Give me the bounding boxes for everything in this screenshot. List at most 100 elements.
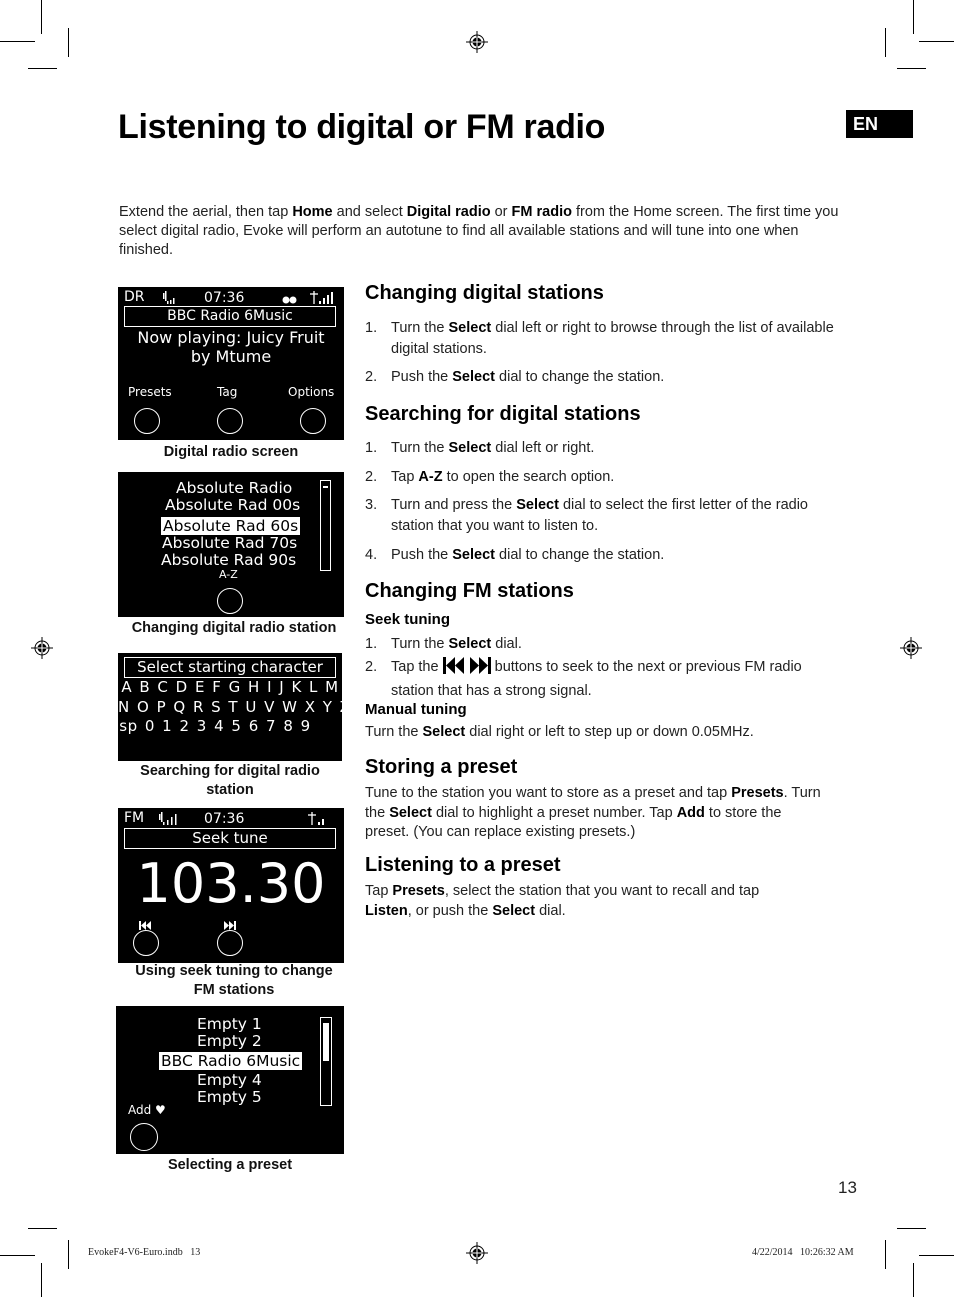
crop-mark	[919, 41, 954, 42]
caption-seek-tuning-2: FM stations	[193, 982, 275, 998]
status-bar: FM 07:36	[124, 810, 338, 828]
station-list-item[interactable]: Absolute Radio	[176, 479, 292, 497]
step-text: Turn the Select dial.	[391, 636, 522, 652]
crop-mark	[0, 41, 35, 42]
frequency-display: 103.30	[136, 852, 326, 915]
step-number: 2.	[365, 659, 378, 675]
seek-back-icon	[442, 657, 465, 681]
now-playing-artist: by Mtume	[190, 347, 272, 366]
manual-tuning-text: Turn the Select dial right or left to st…	[365, 724, 754, 740]
softkey-options-label: Options	[288, 385, 335, 399]
mode-label: FM	[124, 810, 145, 826]
crop-mark	[68, 28, 69, 57]
preset-list-item[interactable]: Empty 5	[197, 1088, 262, 1106]
crop-mark	[913, 1263, 914, 1297]
page-number: 13	[838, 1178, 857, 1197]
scrollbar-thumb[interactable]	[323, 486, 328, 488]
step-number: 2.	[365, 469, 378, 485]
char-row-digits[interactable]: sp 0 1 2 3 4 5 6 7 8 9	[118, 717, 342, 735]
caption-selecting-preset: Selecting a preset	[167, 1157, 293, 1173]
step-number: 1.	[365, 320, 378, 336]
file-slug: EvokeF4-V6-Euro.indb 13	[88, 1247, 201, 1258]
crop-mark	[913, 0, 914, 34]
caption-digital-radio-screen: Digital radio screen	[163, 444, 299, 460]
intro-text: or	[490, 204, 512, 220]
registration-mark-icon	[900, 637, 922, 659]
intro-text: and select	[332, 204, 407, 220]
caption-changing-station: Changing digital radio station	[131, 620, 337, 636]
preset-list-item[interactable]: Empty 1	[197, 1015, 262, 1033]
heading-changing-digital: Changing digital stations	[365, 282, 604, 304]
heading-changing-fm: Changing FM stations	[365, 580, 574, 602]
step-text: Turn and press the Select dial to select…	[391, 497, 808, 534]
softkey-add-label: Add ♥	[128, 1103, 166, 1117]
step-text: Tap A-Z to open the search option.	[391, 469, 615, 485]
station-list-item[interactable]: Absolute Rad 90s	[161, 551, 296, 569]
step-text: Tap the buttons to seek to the next or p…	[391, 657, 802, 699]
softkey-add-button[interactable]	[130, 1123, 158, 1151]
softkey-presets-button[interactable]	[134, 408, 160, 434]
heading-searching-digital: Searching for digital stations	[365, 403, 641, 425]
station-name-box: BBC Radio 6Music	[124, 306, 336, 327]
crop-mark	[897, 1228, 926, 1229]
preset-list-item[interactable]: Empty 2	[197, 1032, 262, 1050]
intro-bold-home: Home	[292, 204, 333, 220]
subheading-manual-tuning: Manual tuning	[365, 701, 467, 718]
crop-mark	[28, 68, 57, 69]
preset-list-item[interactable]: Empty 4	[197, 1071, 262, 1089]
clock-time: 07:36	[204, 811, 245, 827]
softkey-tag-button[interactable]	[217, 408, 243, 434]
station-list-item[interactable]: Absolute Rad 70s	[162, 534, 297, 552]
char-row-a-m[interactable]: A B C D E F G H I J K L M	[118, 678, 342, 696]
softkey-tag-label: Tag	[217, 385, 238, 399]
step-number: 2.	[365, 369, 378, 385]
seek-forward-button[interactable]	[217, 930, 243, 956]
crop-mark	[68, 1240, 69, 1269]
intro-bold-fm-radio: FM radio	[511, 204, 572, 220]
seek-back-button[interactable]	[133, 930, 159, 956]
crop-mark	[885, 28, 886, 57]
registration-mark-icon	[466, 31, 488, 53]
scrollbar[interactable]	[320, 1017, 332, 1106]
char-row-n-z[interactable]: N O P Q R S T U V W X Y Z	[118, 698, 342, 716]
storing-preset-text: Tune to the station you want to store as…	[365, 785, 821, 840]
page-title: Listening to digital or FM radio	[118, 108, 606, 146]
mode-label: DR	[124, 289, 145, 305]
intro-bold-digital-radio: Digital radio	[406, 204, 491, 220]
step-text: Push the Select dial to change the stati…	[391, 369, 665, 385]
step-number: 1.	[365, 636, 378, 652]
step-text: Push the Select dial to change the stati…	[391, 547, 665, 563]
station-list-item-selected[interactable]: Absolute Rad 60s	[161, 517, 301, 535]
crop-mark	[885, 1240, 886, 1269]
scrollbar[interactable]	[320, 480, 331, 571]
softkey-az-button[interactable]	[217, 588, 243, 614]
intro-paragraph: Extend the aerial, then tap Home and sel…	[119, 203, 839, 260]
subheading-seek-tuning: Seek tuning	[365, 611, 451, 628]
crop-mark	[28, 1228, 57, 1229]
station-list-item[interactable]: Absolute Rad 00s	[165, 496, 300, 514]
preset-list-item-selected[interactable]: BBC Radio 6Music	[159, 1052, 303, 1070]
station-list-screen: Absolute Radio Absolute Rad 00s Absolute…	[118, 472, 344, 617]
softkey-options-button[interactable]	[300, 408, 326, 434]
digital-radio-screen: DR 07:36 BBC Radio 6Music Now playing: J…	[118, 287, 344, 440]
caption-seek-tuning-1: Using seek tuning to change	[135, 963, 333, 979]
crop-mark	[919, 1255, 954, 1256]
seek-tune-box: Seek tune	[124, 828, 336, 849]
softkey-az-label: A-Z	[219, 568, 238, 581]
crop-mark	[41, 0, 42, 34]
search-screen: Select starting character A B C D E F G …	[118, 653, 342, 761]
scrollbar-thumb[interactable]	[323, 1023, 329, 1061]
step-number: 4.	[365, 547, 378, 563]
fm-radio-screen: FM 07:36 Seek tune 103.30	[118, 808, 344, 963]
seek-forward-icon	[469, 657, 491, 681]
clock-time: 07:36	[204, 290, 245, 306]
registration-mark-icon	[466, 1242, 488, 1264]
preset-list-screen: Empty 1 Empty 2 BBC Radio 6Music Empty 4…	[116, 1006, 344, 1154]
intro-text: Extend the aerial, then tap	[119, 204, 293, 220]
heading-listening-preset: Listening to a preset	[365, 854, 561, 876]
now-playing-text: Now playing: Juicy Fruit	[137, 328, 325, 347]
registration-mark-icon	[31, 637, 53, 659]
crop-mark	[0, 1255, 35, 1256]
crop-mark	[41, 1263, 42, 1297]
step-number: 3.	[365, 497, 378, 513]
